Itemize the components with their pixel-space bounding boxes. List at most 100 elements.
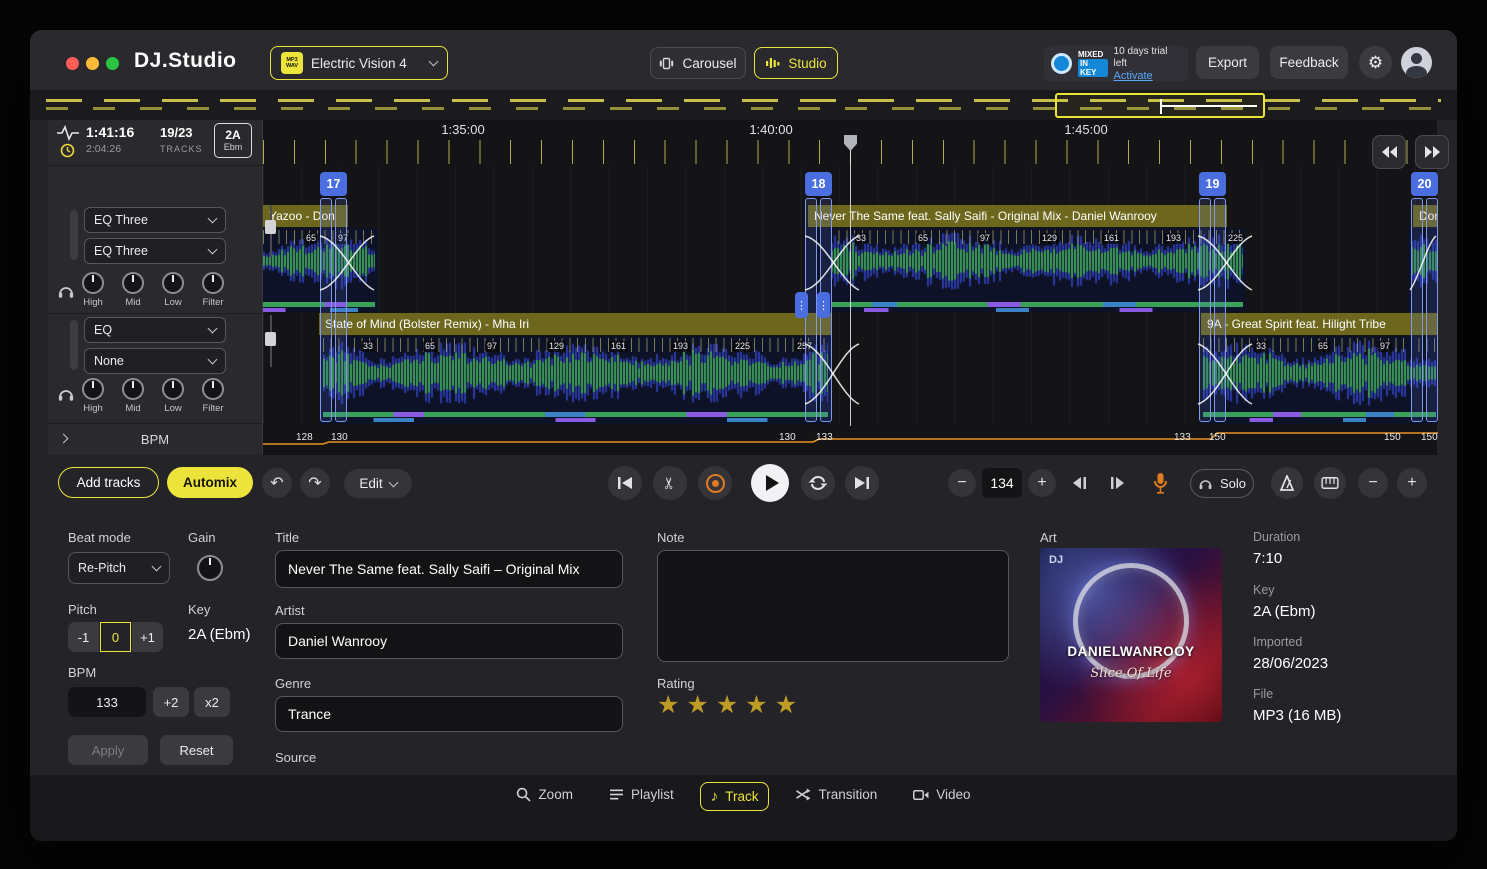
deck-b-volume-fader[interactable] xyxy=(265,332,276,346)
star-icon[interactable]: ★ xyxy=(716,691,738,719)
master-tempo-display[interactable]: 134 xyxy=(982,468,1022,498)
carousel-icon xyxy=(659,56,674,71)
user-avatar[interactable] xyxy=(1401,47,1432,78)
album-art[interactable]: DJ DANIELWANROOY Slice Of Life xyxy=(1040,548,1222,722)
activate-link[interactable]: Activate xyxy=(1114,70,1181,82)
title-input[interactable]: Never The Same feat. Sally Saifi – Origi… xyxy=(275,550,623,588)
jump-forward-button[interactable] xyxy=(1415,135,1449,169)
star-icon[interactable]: ★ xyxy=(686,691,708,719)
deck-b-low-knob[interactable] xyxy=(162,378,184,400)
apply-button[interactable]: Apply xyxy=(68,735,148,765)
jump-back-button[interactable] xyxy=(1372,135,1406,169)
transition-drag-handle[interactable]: ⋮ xyxy=(795,292,808,318)
beat-mode-select[interactable]: Re-Pitch xyxy=(68,552,170,584)
star-icon[interactable]: ★ xyxy=(745,691,767,719)
album-art-artist: DANIELWANROOY xyxy=(1040,644,1222,659)
edit-menu-button[interactable]: Edit xyxy=(344,469,412,498)
transition-number-badge[interactable]: 19 xyxy=(1199,172,1226,196)
clip-title-never-the-same[interactable]: Never The Same feat. Sally Saifi - Origi… xyxy=(808,205,1227,227)
deck-b-effect-slot-1[interactable]: EQ xyxy=(84,317,226,343)
skip-to-end-button[interactable] xyxy=(845,466,879,500)
deck-a-high-knob[interactable] xyxy=(82,272,104,294)
deck-b-cue-headphones-icon[interactable] xyxy=(57,386,75,402)
tempo-decrease-button[interactable]: − xyxy=(948,469,976,497)
deck-b-effect-slot-2[interactable]: None xyxy=(84,348,226,374)
transition-drag-handle[interactable]: ⋮ xyxy=(817,292,830,318)
mixed-in-key-widget[interactable]: MIXED IN KEY 10 days trial left Activate xyxy=(1044,46,1188,81)
tab-playlist[interactable]: Playlist xyxy=(599,782,684,807)
solo-button[interactable]: Solo xyxy=(1190,469,1254,498)
star-icon[interactable]: ★ xyxy=(775,691,797,719)
feedback-button[interactable]: Feedback xyxy=(1270,46,1348,79)
transition-20[interactable]: 20 xyxy=(1410,172,1439,422)
deck-b-scroll-strip[interactable] xyxy=(70,320,78,370)
deck-b-mid-knob[interactable] xyxy=(122,378,144,400)
tab-video[interactable]: Video xyxy=(903,782,980,807)
zoom-out-button[interactable]: − xyxy=(1358,468,1388,498)
minimap-viewport-selection[interactable] xyxy=(1055,93,1265,118)
clip-title-great-spirit[interactable]: 9A - Great Spirit feat. Hilight Tribe xyxy=(1201,313,1438,335)
transition-number-badge[interactable]: 20 xyxy=(1411,172,1438,196)
maximize-window-button[interactable] xyxy=(106,57,119,70)
bpm-plus2-button[interactable]: +2 xyxy=(153,687,189,717)
skip-to-start-button[interactable] xyxy=(608,466,642,500)
redo-button[interactable]: ↷ xyxy=(300,468,330,498)
add-tracks-button[interactable]: Add tracks xyxy=(58,467,159,498)
record-button[interactable] xyxy=(698,466,732,500)
deck-a-filter-knob[interactable] xyxy=(202,272,224,294)
metronome-button[interactable] xyxy=(1271,467,1303,499)
undo-button[interactable]: ↶ xyxy=(262,468,292,498)
nudge-forward-button[interactable] xyxy=(1106,472,1130,494)
split-track-button[interactable]: ✂ xyxy=(653,466,687,500)
gain-knob[interactable] xyxy=(197,555,223,581)
carousel-view-button[interactable]: Carousel xyxy=(650,47,746,79)
divider xyxy=(48,423,262,424)
close-window-button[interactable] xyxy=(66,57,79,70)
tempo-increase-button[interactable]: + xyxy=(1028,469,1056,497)
pitch-record-button[interactable] xyxy=(1150,470,1170,496)
bpm-automation-line[interactable] xyxy=(263,426,1438,452)
mix-selector-dropdown[interactable]: MP3WAV Electric Vision 4 xyxy=(270,46,448,80)
deck-a-mid-knob[interactable] xyxy=(122,272,144,294)
mix-overview-minimap[interactable] xyxy=(30,90,1457,120)
deck-a-effect-slot-1[interactable]: EQ Three xyxy=(84,207,226,233)
deck-a-scroll-strip[interactable] xyxy=(70,210,78,260)
star-icon[interactable]: ★ xyxy=(657,691,679,719)
zoom-in-button[interactable]: + xyxy=(1397,468,1427,498)
play-button[interactable] xyxy=(751,464,789,502)
track-bpm-display[interactable]: 133 xyxy=(68,687,146,717)
rating-stars[interactable]: ★★★★★ xyxy=(657,690,804,720)
pitch-zero-button[interactable]: 0 xyxy=(100,622,131,652)
deck-a-cue-headphones-icon[interactable] xyxy=(57,283,75,299)
loop-button[interactable] xyxy=(801,466,835,500)
bpm-x2-button[interactable]: x2 xyxy=(194,687,230,717)
avatar-head-icon xyxy=(1411,53,1422,64)
pitch-minus-button[interactable]: -1 xyxy=(68,622,99,652)
export-button[interactable]: Export xyxy=(1196,46,1259,79)
reset-button[interactable]: Reset xyxy=(160,735,233,765)
clip-title-state-of-mind[interactable]: State of Mind (Bolster Remix) - Mha Iri xyxy=(319,313,831,335)
studio-view-button[interactable]: Studio xyxy=(754,47,838,79)
genre-input[interactable]: Trance xyxy=(275,696,623,732)
deck-a-effect-slot-2[interactable]: EQ Three xyxy=(84,238,226,264)
transition-number-badge[interactable]: 18 xyxy=(805,172,832,196)
tab-track[interactable]: ♪ Track xyxy=(700,782,770,811)
keyboard-shortcuts-button[interactable] xyxy=(1314,467,1346,499)
transition-17[interactable]: 17 xyxy=(319,172,348,422)
timeline[interactable]: 1:35:00 1:40:00 1:45:00 Yazoo - Don Neve… xyxy=(262,120,1437,455)
pitch-plus-button[interactable]: +1 xyxy=(132,622,163,652)
artist-input[interactable]: Daniel Wanrooy xyxy=(275,623,623,659)
note-textarea[interactable] xyxy=(657,550,1009,662)
minimize-window-button[interactable] xyxy=(86,57,99,70)
deck-a-volume-fader[interactable] xyxy=(265,220,276,234)
automix-button[interactable]: Automix xyxy=(167,467,253,498)
deck-a-low-knob[interactable] xyxy=(162,272,184,294)
deck-b-high-knob[interactable] xyxy=(82,378,104,400)
tab-zoom[interactable]: Zoom xyxy=(506,782,583,807)
nudge-back-button[interactable] xyxy=(1067,472,1091,494)
deck-b-filter-knob[interactable] xyxy=(202,378,224,400)
tab-transition[interactable]: Transition xyxy=(785,782,887,807)
settings-button[interactable]: ⚙ xyxy=(1359,46,1392,79)
track-count-label: TRACKS xyxy=(160,144,203,154)
transition-number-badge[interactable]: 17 xyxy=(320,172,347,196)
